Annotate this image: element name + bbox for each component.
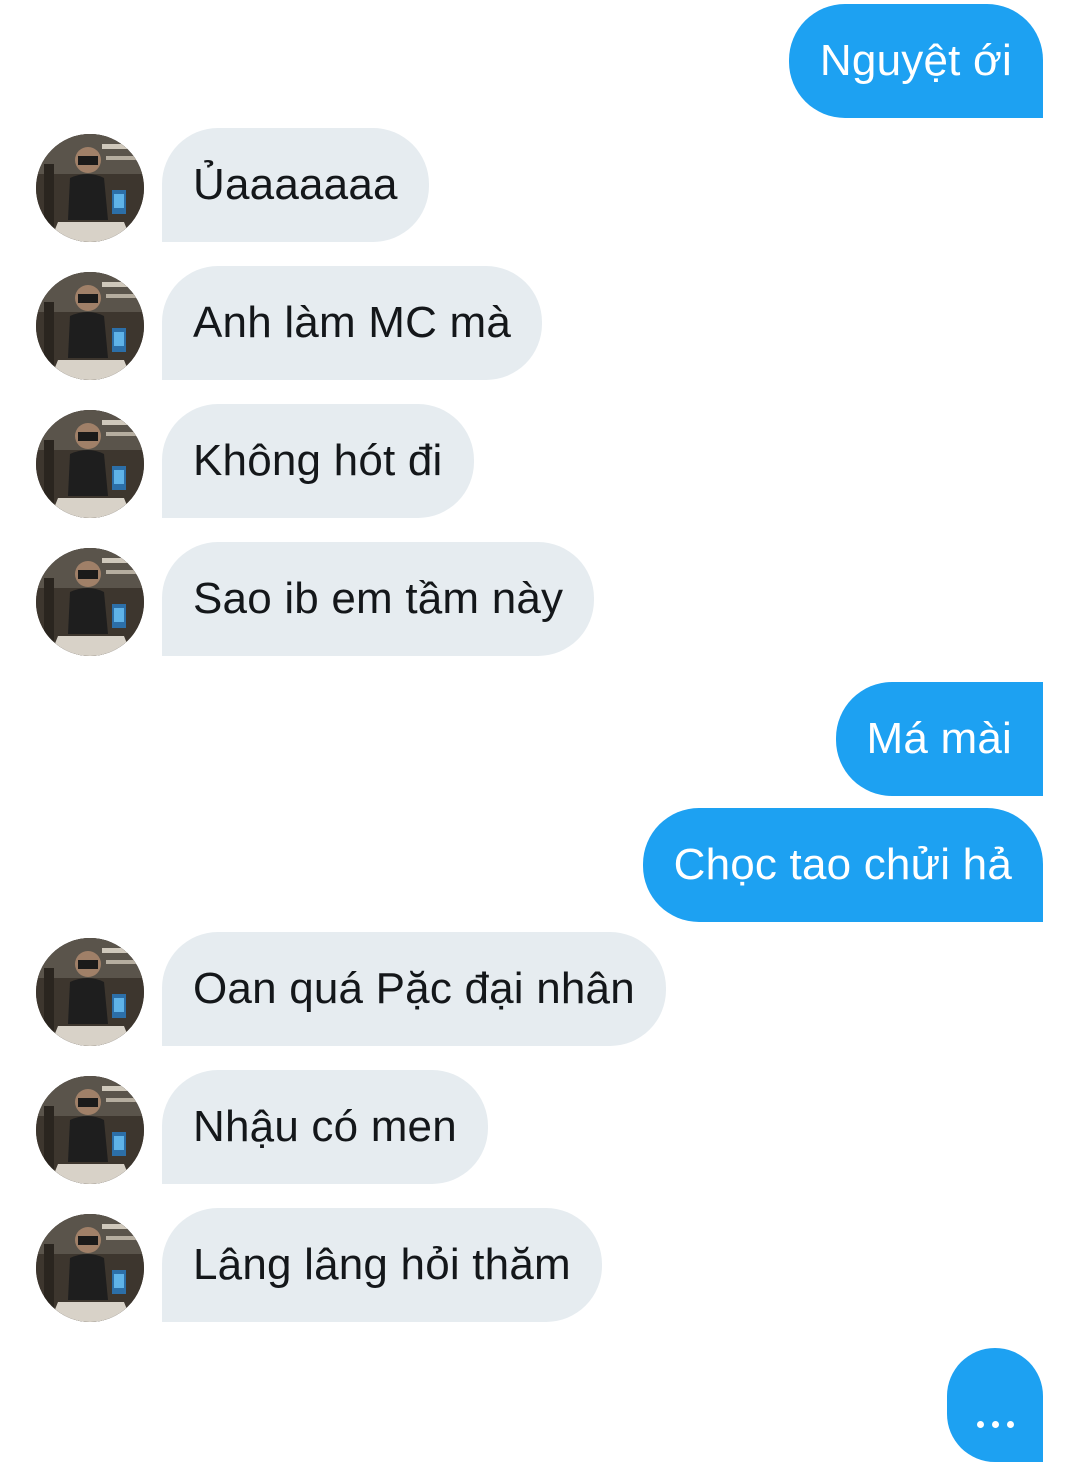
contact-avatar[interactable] [36,1076,144,1184]
message-text: Ủaaaaaaa [193,160,398,209]
message-text: Má mài [866,714,1012,763]
message-text: Nguyệt ới [819,36,1012,85]
contact-avatar[interactable] [36,134,144,242]
message-text: Nhậu có men [193,1102,457,1151]
message-bubble-incoming[interactable]: Ủaaaaaaa [162,128,429,242]
message-bubble-outgoing[interactable]: Nguyệt ới [788,4,1043,118]
message-text: Oan quá Pặc đại nhân [193,964,635,1013]
message-text: Không hót đi [193,436,443,485]
message-text: Chọc tao chửi hả [673,840,1012,889]
avatar-photo-icon [36,272,144,380]
contact-avatar[interactable] [36,410,144,518]
typing-dot-icon [1006,1421,1014,1428]
contact-avatar[interactable] [36,548,144,656]
message-text: Lâng lâng hỏi thăm [193,1240,571,1289]
typing-dot-icon [976,1421,984,1428]
avatar-photo-icon [36,1214,144,1322]
message-text: Anh làm MC mà [193,298,512,347]
typing-dot-icon [991,1421,999,1428]
avatar-photo-icon [36,134,144,242]
avatar-photo-icon [36,548,144,656]
message-bubble-incoming[interactable]: Oan quá Pặc đại nhân [162,932,666,1046]
message-bubble-incoming[interactable]: Sao ib em tầm này [162,542,595,656]
contact-avatar[interactable] [36,272,144,380]
message-bubble-incoming[interactable]: Nhậu có men [162,1070,488,1184]
message-bubble-outgoing[interactable]: Chọc tao chửi hả [642,808,1043,922]
conversation-thread: Nguyệt ới Ủaaaaaaa Anh làm MC mà Không h… [0,0,1080,1472]
message-text: Sao ib em tầm này [193,574,564,623]
message-bubble-incoming[interactable]: Lâng lâng hỏi thăm [162,1208,602,1322]
contact-avatar[interactable] [36,1214,144,1322]
typing-indicator [947,1348,1043,1462]
message-bubble-incoming[interactable]: Không hót đi [162,404,474,518]
avatar-photo-icon [36,938,144,1046]
avatar-photo-icon [36,1076,144,1184]
message-bubble-incoming[interactable]: Anh làm MC mà [162,266,543,380]
contact-avatar[interactable] [36,938,144,1046]
avatar-photo-icon [36,410,144,518]
message-bubble-outgoing[interactable]: Má mài [835,682,1043,796]
